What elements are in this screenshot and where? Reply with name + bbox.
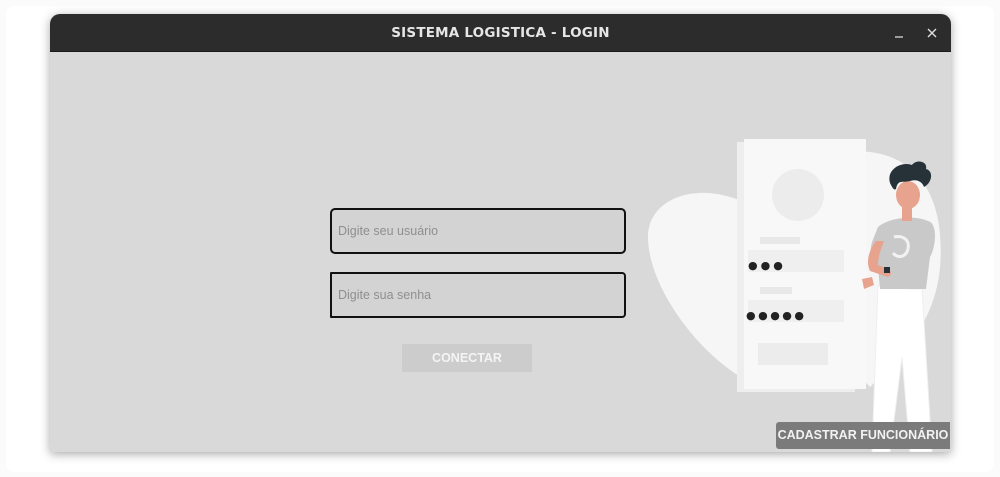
character-shirt	[870, 217, 935, 289]
person-with-login-form-illustration: ●●● ●●●●●	[648, 139, 941, 452]
form-label-bar	[760, 287, 792, 294]
character-face	[896, 181, 920, 209]
register-employee-button[interactable]: CADASTRAR FUNCIONÁRIO	[776, 422, 950, 449]
username-field[interactable]	[330, 208, 626, 254]
minimize-button[interactable]	[888, 22, 910, 44]
wristwatch	[884, 267, 890, 273]
form-label-bar	[760, 237, 800, 244]
login-window: SISTEMA LOGISTICA - LOGIN CONECTAR	[50, 14, 951, 452]
window-title: SISTEMA LOGISTICA - LOGIN	[391, 25, 610, 41]
title-bar[interactable]: SISTEMA LOGISTICA - LOGIN	[50, 14, 951, 52]
login-content: CONECTAR ●●● ●●●●●	[50, 52, 951, 452]
close-icon	[927, 28, 937, 38]
character-neck	[902, 207, 912, 221]
minimize-icon	[895, 36, 903, 38]
connect-button[interactable]: CONECTAR	[402, 344, 532, 372]
pin-dots-top: ●●●	[748, 259, 786, 272]
form-submit-placeholder	[758, 343, 828, 365]
profile-avatar-placeholder	[772, 169, 824, 221]
password-input[interactable]	[332, 274, 624, 316]
pin-dots-bottom: ●●●●●	[746, 309, 807, 322]
close-button[interactable]	[921, 22, 943, 44]
username-input[interactable]	[332, 210, 624, 252]
password-field[interactable]	[330, 272, 626, 318]
